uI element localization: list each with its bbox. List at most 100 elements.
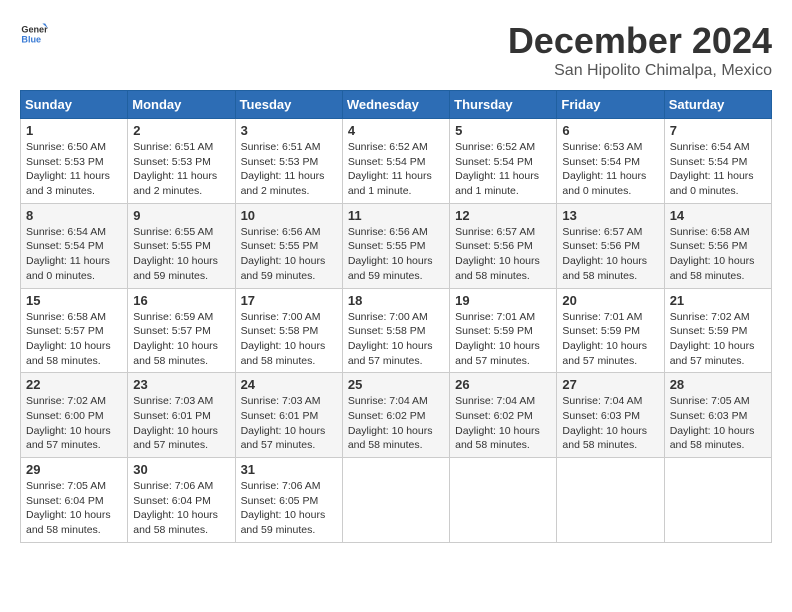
calendar-cell: 8 Sunrise: 6:54 AMSunset: 5:54 PMDaylight…	[21, 203, 128, 288]
day-number: 21	[670, 293, 766, 308]
calendar-cell	[557, 458, 664, 543]
day-number: 6	[562, 123, 658, 138]
day-number: 23	[133, 377, 229, 392]
calendar-week-row: 29Sunrise: 7:05 AMSunset: 6:04 PMDayligh…	[21, 458, 772, 543]
day-info: Sunrise: 7:00 AMSunset: 5:58 PMDaylight:…	[348, 310, 444, 369]
day-number: 15	[26, 293, 122, 308]
day-info: Sunrise: 6:56 AMSunset: 5:55 PMDaylight:…	[348, 225, 444, 284]
calendar-cell	[450, 458, 557, 543]
svg-text:General: General	[21, 25, 48, 35]
day-number: 25	[348, 377, 444, 392]
calendar-cell: 12 Sunrise: 6:57 AMSunset: 5:56 PMDayligh…	[450, 203, 557, 288]
location-title: San Hipolito Chimalpa, Mexico	[508, 62, 772, 80]
day-info: Sunrise: 6:54 AMSunset: 5:54 PMDaylight:…	[670, 140, 766, 199]
calendar-cell: 20 Sunrise: 7:01 AMSunset: 5:59 PMDayligh…	[557, 288, 664, 373]
day-number: 19	[455, 293, 551, 308]
day-info: Sunrise: 7:04 AMSunset: 6:02 PMDaylight:…	[455, 394, 551, 453]
calendar-cell: 26 Sunrise: 7:04 AMSunset: 6:02 PMDayligh…	[450, 373, 557, 458]
day-info: Sunrise: 7:06 AMSunset: 6:05 PMDaylight:…	[241, 479, 337, 538]
day-info: Sunrise: 7:06 AMSunset: 6:04 PMDaylight:…	[133, 479, 229, 538]
day-info: Sunrise: 6:57 AMSunset: 5:56 PMDaylight:…	[562, 225, 658, 284]
day-info: Sunrise: 6:55 AMSunset: 5:55 PMDaylight:…	[133, 225, 229, 284]
day-number: 20	[562, 293, 658, 308]
day-number: 12	[455, 208, 551, 223]
calendar-cell: 22Sunrise: 7:02 AMSunset: 6:00 PMDayligh…	[21, 373, 128, 458]
calendar-cell	[664, 458, 771, 543]
day-number: 30	[133, 462, 229, 477]
day-number: 16	[133, 293, 229, 308]
day-info: Sunrise: 6:58 AMSunset: 5:56 PMDaylight:…	[670, 225, 766, 284]
day-info: Sunrise: 6:58 AMSunset: 5:57 PMDaylight:…	[26, 310, 122, 369]
svg-text:Blue: Blue	[21, 34, 41, 44]
title-area: December 2024 San Hipolito Chimalpa, Mex…	[508, 20, 772, 80]
day-number: 3	[241, 123, 337, 138]
calendar-cell: 19 Sunrise: 7:01 AMSunset: 5:59 PMDayligh…	[450, 288, 557, 373]
day-number: 22	[26, 377, 122, 392]
page-header: General Blue December 2024 San Hipolito …	[20, 20, 772, 80]
calendar-cell: 15 Sunrise: 6:58 AMSunset: 5:57 PMDayligh…	[21, 288, 128, 373]
calendar-cell: 13 Sunrise: 6:57 AMSunset: 5:56 PMDayligh…	[557, 203, 664, 288]
day-number: 17	[241, 293, 337, 308]
calendar-cell: 25Sunrise: 7:04 AMSunset: 6:02 PMDayligh…	[342, 373, 449, 458]
calendar-cell: 5Sunrise: 6:52 AMSunset: 5:54 PMDaylight…	[450, 119, 557, 204]
calendar-cell: 17 Sunrise: 7:00 AMSunset: 5:58 PMDayligh…	[235, 288, 342, 373]
day-info: Sunrise: 6:50 AMSunset: 5:53 PMDaylight:…	[26, 140, 122, 199]
day-number: 26	[455, 377, 551, 392]
day-number: 2	[133, 123, 229, 138]
day-info: Sunrise: 6:51 AMSunset: 5:53 PMDaylight:…	[241, 140, 337, 199]
day-number: 1	[26, 123, 122, 138]
day-number: 8	[26, 208, 122, 223]
calendar-cell: 9 Sunrise: 6:55 AMSunset: 5:55 PMDaylight…	[128, 203, 235, 288]
calendar-cell: 18 Sunrise: 7:00 AMSunset: 5:58 PMDayligh…	[342, 288, 449, 373]
calendar-cell: 4 Sunrise: 6:52 AMSunset: 5:54 PMDaylight…	[342, 119, 449, 204]
day-info: Sunrise: 6:54 AMSunset: 5:54 PMDaylight:…	[26, 225, 122, 284]
day-info: Sunrise: 7:05 AMSunset: 6:04 PMDaylight:…	[26, 479, 122, 538]
day-info: Sunrise: 7:01 AMSunset: 5:59 PMDaylight:…	[562, 310, 658, 369]
calendar-cell: 11 Sunrise: 6:56 AMSunset: 5:55 PMDayligh…	[342, 203, 449, 288]
day-number: 14	[670, 208, 766, 223]
calendar-cell: 28 Sunrise: 7:05 AMSunset: 6:03 PMDayligh…	[664, 373, 771, 458]
day-info: Sunrise: 7:03 AMSunset: 6:01 PMDaylight:…	[241, 394, 337, 453]
day-number: 13	[562, 208, 658, 223]
weekday-header: Thursday	[450, 91, 557, 119]
weekday-header: Sunday	[21, 91, 128, 119]
logo: General Blue	[20, 20, 48, 48]
calendar-cell: 31Sunrise: 7:06 AMSunset: 6:05 PMDayligh…	[235, 458, 342, 543]
day-number: 24	[241, 377, 337, 392]
weekday-header: Monday	[128, 91, 235, 119]
day-info: Sunrise: 7:05 AMSunset: 6:03 PMDaylight:…	[670, 394, 766, 453]
day-info: Sunrise: 6:59 AMSunset: 5:57 PMDaylight:…	[133, 310, 229, 369]
day-number: 18	[348, 293, 444, 308]
calendar-table: SundayMondayTuesdayWednesdayThursdayFrid…	[20, 90, 772, 543]
calendar-cell: 14 Sunrise: 6:58 AMSunset: 5:56 PMDayligh…	[664, 203, 771, 288]
day-info: Sunrise: 6:56 AMSunset: 5:55 PMDaylight:…	[241, 225, 337, 284]
day-number: 28	[670, 377, 766, 392]
calendar-cell: 24 Sunrise: 7:03 AMSunset: 6:01 PMDayligh…	[235, 373, 342, 458]
day-info: Sunrise: 6:52 AMSunset: 5:54 PMDaylight:…	[348, 140, 444, 199]
day-info: Sunrise: 7:00 AMSunset: 5:58 PMDaylight:…	[241, 310, 337, 369]
calendar-cell: 10 Sunrise: 6:56 AMSunset: 5:55 PMDayligh…	[235, 203, 342, 288]
calendar-week-row: 15 Sunrise: 6:58 AMSunset: 5:57 PMDayligh…	[21, 288, 772, 373]
day-number: 9	[133, 208, 229, 223]
weekday-header: Saturday	[664, 91, 771, 119]
day-number: 5	[455, 123, 551, 138]
day-info: Sunrise: 6:51 AMSunset: 5:53 PMDaylight:…	[133, 140, 229, 199]
calendar-cell: 7Sunrise: 6:54 AMSunset: 5:54 PMDaylight…	[664, 119, 771, 204]
calendar-cell: 21Sunrise: 7:02 AMSunset: 5:59 PMDayligh…	[664, 288, 771, 373]
calendar-cell: 6 Sunrise: 6:53 AMSunset: 5:54 PMDaylight…	[557, 119, 664, 204]
day-number: 11	[348, 208, 444, 223]
calendar-cell: 3 Sunrise: 6:51 AMSunset: 5:53 PMDaylight…	[235, 119, 342, 204]
day-number: 4	[348, 123, 444, 138]
day-info: Sunrise: 6:53 AMSunset: 5:54 PMDaylight:…	[562, 140, 658, 199]
month-title: December 2024	[508, 20, 772, 62]
day-info: Sunrise: 7:03 AMSunset: 6:01 PMDaylight:…	[133, 394, 229, 453]
calendar-cell: 2 Sunrise: 6:51 AMSunset: 5:53 PMDaylight…	[128, 119, 235, 204]
day-number: 10	[241, 208, 337, 223]
calendar-cell: 30 Sunrise: 7:06 AMSunset: 6:04 PMDayligh…	[128, 458, 235, 543]
day-info: Sunrise: 6:57 AMSunset: 5:56 PMDaylight:…	[455, 225, 551, 284]
day-info: Sunrise: 7:01 AMSunset: 5:59 PMDaylight:…	[455, 310, 551, 369]
weekday-header: Friday	[557, 91, 664, 119]
calendar-week-row: 22Sunrise: 7:02 AMSunset: 6:00 PMDayligh…	[21, 373, 772, 458]
logo-icon: General Blue	[20, 20, 48, 48]
weekday-header: Wednesday	[342, 91, 449, 119]
